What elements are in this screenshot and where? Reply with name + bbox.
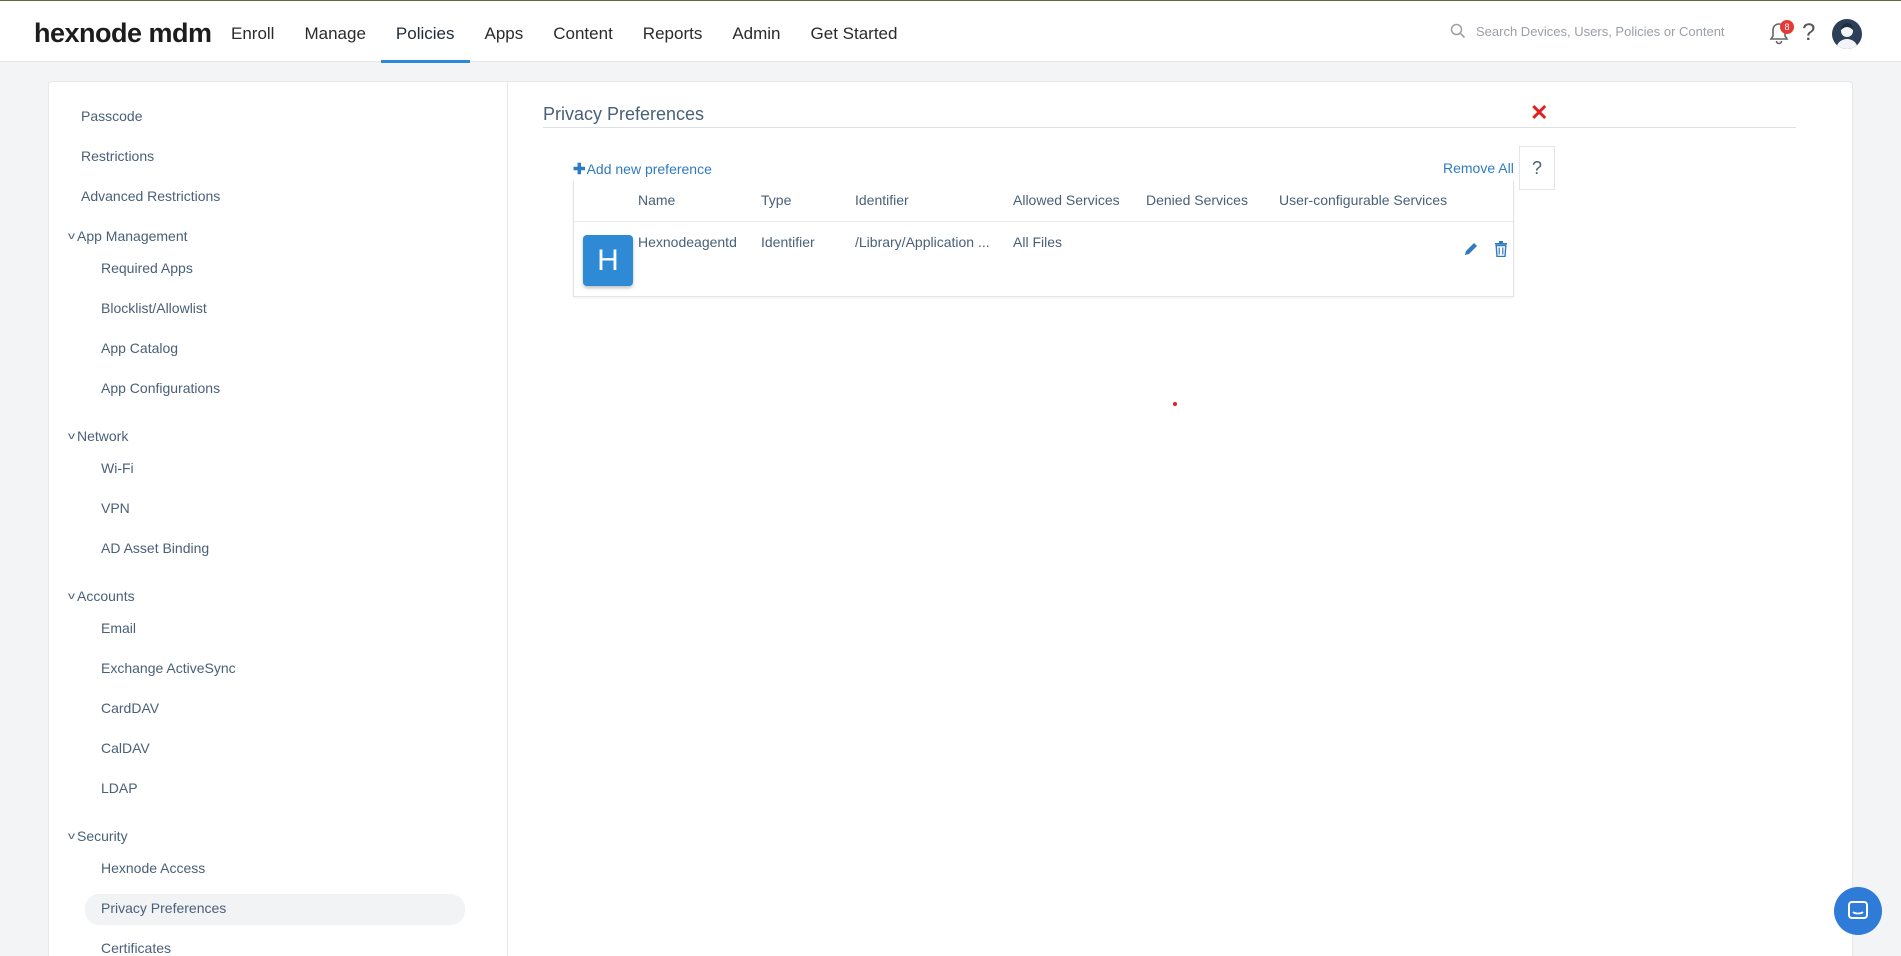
preferences-table: Name Type Identifier Allowed Services De… [573, 181, 1514, 297]
column-header-user-configurable-services: User-configurable Services [1279, 192, 1448, 208]
nav-content[interactable]: Content [538, 1, 628, 63]
nav-apps[interactable]: Apps [470, 1, 539, 63]
loading-indicator [1173, 402, 1177, 406]
search-icon [1450, 23, 1466, 39]
sidebar-item-carddav[interactable]: CardDAV [101, 700, 159, 716]
trash-icon[interactable] [1494, 241, 1508, 262]
sidebar-item-vpn[interactable]: VPN [101, 500, 130, 516]
global-search [1450, 23, 1736, 39]
add-new-preference-label: Add new preference [586, 161, 712, 177]
sidebar-item-caldav[interactable]: CalDAV [101, 740, 150, 756]
sidebar-item-required-apps[interactable]: Required Apps [101, 260, 193, 276]
edit-icon[interactable] [1463, 241, 1479, 262]
top-navbar: hexnode mdm Enroll Manage Policies Apps … [0, 0, 1901, 63]
help-question-icon[interactable]: ? [1519, 146, 1555, 190]
cell-name: Hexnodeagentd [638, 234, 737, 250]
search-input[interactable] [1476, 23, 1736, 39]
chevron-down-icon: v [68, 230, 75, 242]
remove-all-link[interactable]: Remove All [1443, 160, 1514, 176]
sidebar-item-app-catalog[interactable]: App Catalog [101, 340, 178, 356]
sidebar-group-accounts[interactable]: v Accounts [68, 588, 135, 604]
chat-support-button[interactable] [1834, 887, 1882, 935]
title-divider [543, 127, 1796, 128]
table-header-divider [574, 221, 1513, 222]
sidebar-item-advanced-restrictions[interactable]: Advanced Restrictions [81, 188, 220, 204]
cell-identifier: /Library/Application ... [855, 234, 990, 250]
sidebar-item-restrictions[interactable]: Restrictions [81, 148, 154, 164]
notifications-button[interactable]: 8 [1768, 20, 1794, 47]
sidebar-item-email[interactable]: Email [101, 620, 136, 636]
sidebar-item-certificates[interactable]: Certificates [101, 940, 171, 956]
sidebar-group-label: Network [77, 428, 129, 444]
column-header-allowed-services: Allowed Services [1013, 192, 1120, 208]
chevron-down-icon: v [68, 590, 75, 602]
nav-reports[interactable]: Reports [628, 1, 718, 63]
sidebar-group-label: Security [77, 828, 128, 844]
chevron-down-icon: v [68, 430, 75, 442]
add-new-preference-link[interactable]: ✚Add new preference [573, 160, 712, 178]
column-header-type: Type [761, 192, 792, 208]
sidebar-item-wifi[interactable]: Wi-Fi [101, 460, 134, 476]
section-title: Privacy Preferences [543, 104, 705, 124]
nav-manage[interactable]: Manage [289, 1, 380, 63]
main-nav: Enroll Manage Policies Apps Content Repo… [216, 1, 912, 63]
chevron-down-icon: v [68, 830, 75, 842]
cell-type: Identifier [761, 234, 815, 250]
sidebar-item-ldap[interactable]: LDAP [101, 780, 138, 796]
column-header-denied-services: Denied Services [1146, 192, 1248, 208]
nav-enroll[interactable]: Enroll [216, 1, 289, 63]
user-avatar[interactable] [1832, 19, 1862, 49]
sidebar-item-passcode[interactable]: Passcode [81, 108, 142, 124]
sidebar-item-ad-asset-binding[interactable]: AD Asset Binding [101, 540, 209, 556]
cell-allowed-services: All Files [1013, 234, 1063, 250]
policy-sidebar: Passcode Restrictions Advanced Restricti… [49, 82, 508, 956]
plus-icon: ✚ [573, 161, 586, 178]
sidebar-item-hexnode-access[interactable]: Hexnode Access [101, 860, 205, 876]
sidebar-item-privacy-preferences[interactable]: Privacy Preferences [101, 900, 226, 916]
sidebar-group-app-management[interactable]: v App Management [68, 228, 188, 244]
sidebar-item-blocklist-allowlist[interactable]: Blocklist/Allowlist [101, 300, 207, 316]
column-header-identifier: Identifier [855, 192, 909, 208]
sidebar-group-network[interactable]: v Network [68, 428, 129, 444]
chat-icon [1848, 901, 1868, 919]
close-icon[interactable]: ✕ [1530, 102, 1548, 124]
nav-policies[interactable]: Policies [380, 1, 470, 63]
column-header-name: Name [638, 192, 676, 208]
sidebar-group-label: Accounts [77, 588, 135, 604]
help-icon[interactable]: ? [1802, 19, 1815, 47]
app-icon: H [583, 235, 633, 286]
sidebar-item-exchange-activesync[interactable]: Exchange ActiveSync [101, 660, 236, 676]
sidebar-group-security[interactable]: v Security [68, 828, 128, 844]
nav-get-started[interactable]: Get Started [796, 1, 913, 63]
nav-admin[interactable]: Admin [717, 1, 795, 63]
policy-card: Passcode Restrictions Advanced Restricti… [48, 81, 1853, 956]
sidebar-item-app-configurations[interactable]: App Configurations [101, 380, 220, 396]
notification-count-badge: 8 [1780, 20, 1794, 34]
sidebar-group-label: App Management [77, 228, 188, 244]
hexnode-logo[interactable]: hexnode mdm [34, 18, 212, 49]
